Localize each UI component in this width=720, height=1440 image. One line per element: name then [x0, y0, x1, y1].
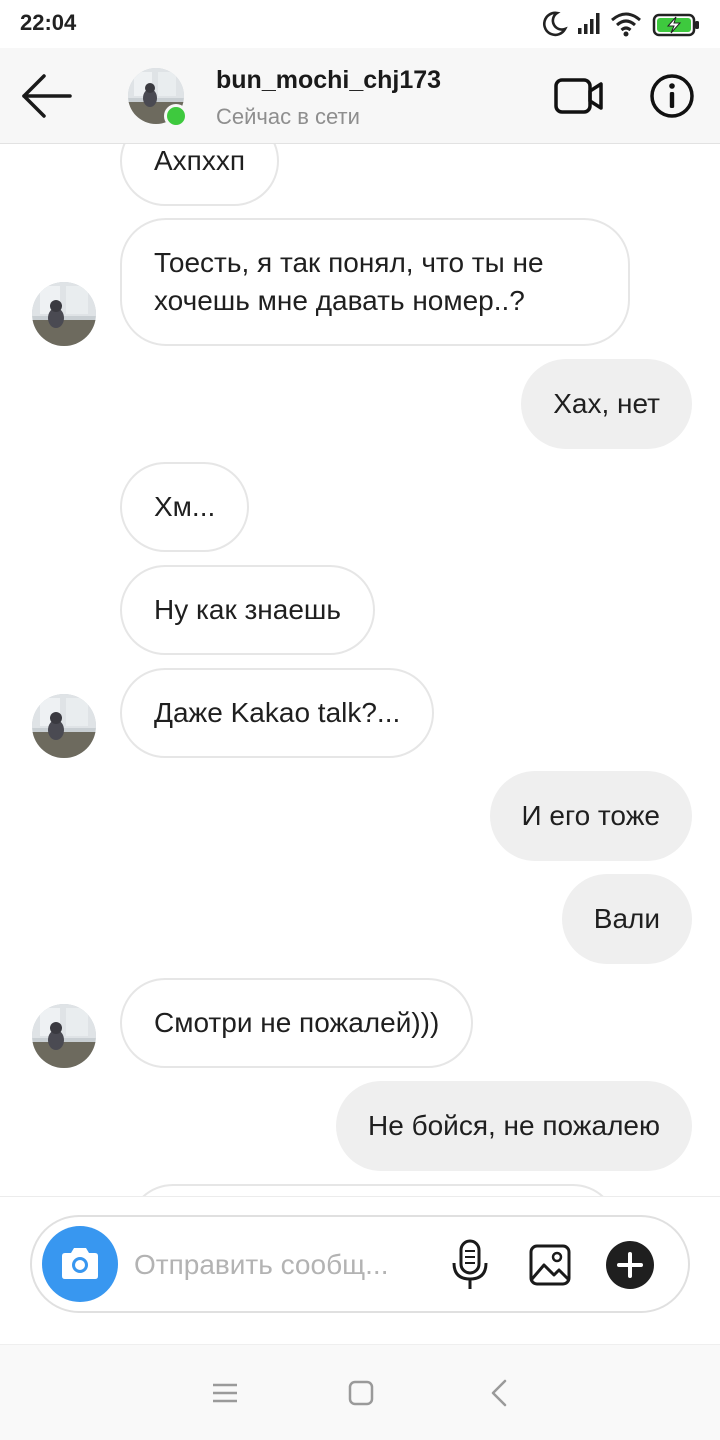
home-square-icon — [348, 1380, 374, 1406]
camera-button[interactable] — [42, 1226, 118, 1302]
message-text: Даже Kakao talk?... — [154, 697, 401, 728]
chat-username[interactable]: bun_mochi_chj173 — [216, 66, 441, 95]
image-icon — [529, 1244, 571, 1286]
sender-avatar[interactable] — [32, 1004, 96, 1068]
message-text: Вали — [593, 903, 660, 934]
message-text: Ну как знаешь — [154, 594, 341, 625]
system-nav-bar — [0, 1344, 720, 1440]
message-bubble-outgoing[interactable]: И его тоже — [489, 771, 692, 861]
battery-charging-icon — [652, 12, 702, 43]
message-text: И его тоже — [521, 800, 661, 831]
signal-icon — [576, 10, 602, 41]
microphone-button[interactable] — [450, 1239, 490, 1291]
online-indicator — [164, 104, 188, 128]
message-bubble-incoming[interactable]: Смотри не пожалей))) — [120, 978, 474, 1068]
message-bubble-incoming[interactable]: Ахпххп — [120, 144, 279, 206]
back-chevron-icon — [491, 1379, 507, 1407]
status-bar: 22:04 — [0, 0, 720, 48]
message-bubble-outgoing[interactable]: Хах, нет — [521, 359, 692, 449]
online-status: Сейчас в сети — [216, 104, 360, 129]
message-text: Хах, нет — [553, 388, 660, 419]
message-text: Смотри не пожалей))) — [154, 1007, 440, 1038]
sender-avatar[interactable] — [32, 282, 96, 346]
menu-button[interactable] — [209, 1377, 241, 1409]
do-not-disturb-moon-icon — [540, 10, 568, 43]
info-icon — [650, 74, 694, 118]
video-camera-icon — [554, 78, 603, 114]
message-text: Не бойся, не пожалею — [368, 1110, 660, 1141]
message-text: Хм... — [154, 491, 216, 522]
home-button[interactable] — [345, 1377, 377, 1409]
status-time: 22:04 — [20, 10, 77, 35]
message-bubble-incoming-partial[interactable] — [128, 1184, 618, 1196]
message-bubble-outgoing[interactable]: Вали — [561, 874, 692, 964]
message-text: Ахпххп — [154, 145, 245, 176]
message-composer — [30, 1215, 690, 1313]
message-text: Тоесть, я так понял, что ты не хочешь мн… — [154, 247, 544, 316]
composer-area — [0, 1196, 720, 1344]
wifi-icon — [610, 10, 642, 43]
chat-header: bun_mochi_chj173 Сейчас в сети — [0, 48, 720, 144]
plus-icon — [617, 1252, 643, 1278]
message-thread[interactable]: Ахпххп Тоесть, я так понял, что ты не хо… — [0, 144, 720, 1196]
message-bubble-incoming[interactable]: Ну как знаешь — [120, 565, 375, 655]
camera-icon — [62, 1248, 98, 1279]
screen: 22:04 bun_mochi_chj173 Сейчас в сети Ахп… — [0, 0, 720, 1440]
gallery-button[interactable] — [528, 1243, 572, 1287]
message-input[interactable] — [134, 1243, 424, 1287]
message-bubble-incoming[interactable]: Хм... — [120, 462, 250, 552]
back-button[interactable] — [18, 70, 74, 122]
arrow-left-icon — [22, 74, 72, 118]
message-bubble-outgoing[interactable]: Не бойся, не пожалею — [336, 1081, 692, 1171]
info-button[interactable] — [648, 72, 696, 120]
message-bubble-incoming[interactable]: Даже Kakao talk?... — [120, 668, 435, 758]
menu-icon — [213, 1383, 237, 1403]
microphone-icon — [452, 1239, 488, 1289]
nav-back-button[interactable] — [484, 1377, 516, 1409]
video-call-button[interactable] — [553, 76, 605, 116]
more-options-button[interactable] — [606, 1241, 654, 1289]
message-bubble-incoming[interactable]: Тоесть, я так понял, что ты не хочешь мн… — [120, 218, 630, 346]
sender-avatar[interactable] — [32, 694, 96, 758]
